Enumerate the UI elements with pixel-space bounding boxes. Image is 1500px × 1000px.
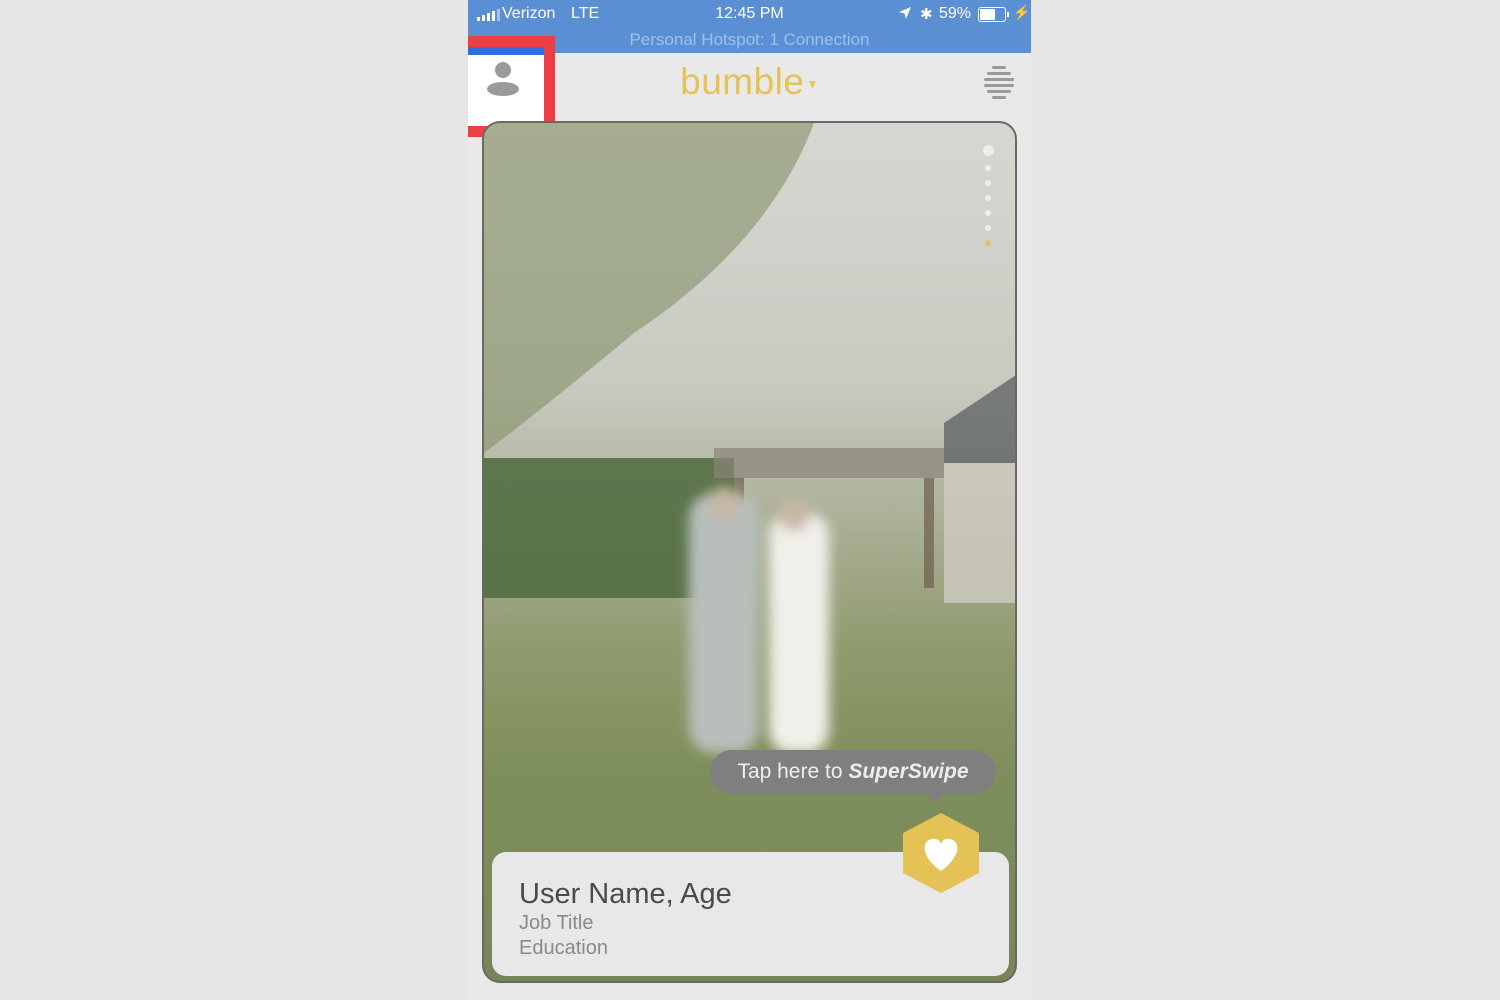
profile-button-strip: [468, 47, 544, 55]
hive-menu-icon[interactable]: [983, 66, 1015, 102]
battery-percent: 59%: [939, 5, 972, 22]
status-row: Verizon LTE 12:45 PM ✱ 59% ⚡: [468, 4, 1031, 26]
battery-icon: [978, 7, 1009, 22]
job-title: Job Title: [519, 912, 594, 934]
pagination-dot: [982, 145, 994, 156]
user-name: User Name, Age: [519, 878, 732, 910]
phone-screen: Verizon LTE 12:45 PM ✱ 59% ⚡ Personal Ho…: [468, 0, 1031, 1000]
chevron-down-icon: ▼: [806, 77, 819, 92]
profile-card[interactable]: Tap here to SuperSwipe User Name, Age Jo…: [482, 121, 1017, 983]
location-arrow-icon: [899, 7, 911, 19]
bluetooth-icon: ✱: [920, 6, 933, 23]
education: Education: [519, 937, 608, 959]
pagination-dot: [985, 240, 991, 246]
brand-name: bumble: [680, 61, 805, 102]
superswipe-tooltip-brand: SuperSwipe: [848, 760, 969, 783]
superswipe-tooltip[interactable]: Tap here to SuperSwipe: [710, 750, 996, 803]
charging-bolt-icon: ⚡: [1013, 4, 1031, 20]
superswipe-tooltip-text: Tap here to: [737, 760, 849, 783]
brand-logo[interactable]: bumble ▼: [468, 61, 1031, 103]
app-header: bumble ▼: [468, 36, 1031, 137]
pagination-dot: [985, 210, 991, 216]
pagination-dot: [985, 180, 991, 186]
pagination-dot: [985, 165, 991, 171]
pagination-dot: [985, 195, 991, 201]
photo-pagination[interactable]: [982, 145, 994, 255]
pagination-dot: [985, 225, 991, 231]
heart-hexagon-icon[interactable]: [901, 811, 981, 895]
